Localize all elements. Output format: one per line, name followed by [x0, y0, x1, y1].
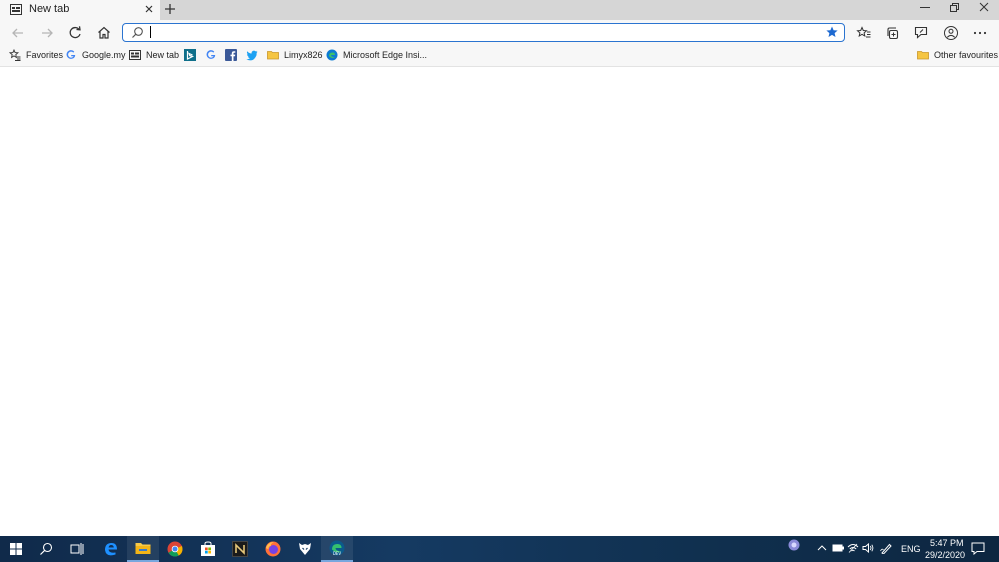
profile-avatar-icon — [944, 26, 958, 40]
back-arrow-icon — [12, 28, 23, 38]
address-bar[interactable] — [122, 23, 845, 42]
taskbar-search-button[interactable] — [30, 536, 62, 562]
taskbar-store[interactable] — [192, 536, 224, 562]
taskbar-chrome[interactable] — [159, 536, 191, 562]
fav-item-bing[interactable] — [184, 47, 201, 63]
fav-item-twitter[interactable] — [246, 47, 263, 63]
twitter-icon — [246, 49, 258, 61]
close-tab-icon[interactable] — [144, 4, 154, 14]
favorite-star-icon[interactable] — [826, 26, 838, 38]
file-explorer-icon — [135, 543, 151, 554]
favorites-list-icon — [856, 26, 871, 38]
store-icon — [201, 541, 215, 556]
google-icon — [205, 49, 217, 61]
page-content — [0, 67, 999, 536]
edge-dev-icon: DEV — [329, 540, 345, 556]
tray-app-icon[interactable] — [788, 539, 800, 551]
favorites-star-icon — [9, 49, 21, 61]
start-icon — [10, 543, 22, 555]
folder-icon — [267, 49, 279, 61]
fav-item-google[interactable] — [205, 47, 222, 63]
tab-new-tab[interactable] — [0, 0, 160, 20]
fav-label: Other favourites — [934, 50, 999, 60]
taskbar-edge-legacy[interactable] — [95, 536, 127, 562]
app-icon — [299, 543, 311, 555]
fav-item-facebook[interactable] — [225, 47, 242, 63]
home-icon — [98, 26, 110, 39]
svg-text:DEV: DEV — [333, 551, 342, 556]
task-view-button[interactable] — [61, 536, 93, 562]
forward-button[interactable] — [37, 23, 57, 43]
input-language-indicator[interactable]: ENG — [901, 544, 921, 554]
search-icon — [131, 26, 144, 39]
favorites-button[interactable] — [854, 23, 874, 43]
fav-label: Favorites — [26, 50, 64, 60]
new-tab-button[interactable] — [163, 2, 177, 16]
feedback-icon — [914, 26, 928, 39]
new-tab-page-icon — [129, 49, 141, 61]
fav-folder-other-favourites[interactable]: Other favourites — [917, 47, 998, 63]
restore-button[interactable] — [939, 0, 969, 18]
clock-date[interactable]: 29/2/2020 — [925, 550, 965, 560]
edge-legacy-icon — [105, 543, 117, 556]
folder-icon — [917, 49, 929, 61]
tab-title: New tab — [29, 3, 70, 15]
wifi-icon[interactable] — [847, 543, 859, 553]
task-view-icon — [70, 543, 84, 555]
minimize-button[interactable] — [910, 0, 940, 18]
back-button[interactable] — [8, 23, 28, 43]
chrome-icon — [167, 541, 183, 557]
more-dots-icon — [973, 31, 987, 35]
taskbar-notion[interactable] — [224, 536, 256, 562]
edge-icon — [326, 49, 338, 61]
fav-label: Google.my — [82, 50, 126, 60]
volume-icon[interactable] — [862, 543, 874, 553]
clock-time[interactable]: 5:47 PM — [930, 538, 964, 548]
fav-label: Microsoft Edge Insi... — [343, 50, 428, 60]
new-tab-page-icon — [10, 4, 22, 15]
search-icon — [40, 542, 53, 555]
google-icon — [65, 49, 77, 61]
address-input-caret — [150, 26, 151, 38]
taskbar-file-explorer[interactable] — [127, 536, 159, 562]
taskbar-firefox[interactable] — [257, 536, 289, 562]
profile-button[interactable] — [941, 23, 961, 43]
action-center-notification-icon[interactable] — [971, 542, 985, 555]
plus-icon — [165, 4, 175, 14]
firefox-icon — [265, 541, 281, 557]
pen-workspace-icon[interactable] — [880, 543, 892, 554]
refresh-button[interactable] — [65, 23, 85, 43]
taskbar-app[interactable] — [289, 536, 321, 562]
fav-item-new-tab[interactable]: New tab — [129, 47, 179, 63]
fav-item-edge-insider[interactable]: Microsoft Edge Insi... — [326, 47, 427, 63]
feedback-button[interactable] — [911, 23, 931, 43]
taskbar-edge-dev[interactable]: DEV — [321, 536, 353, 562]
fav-item-google-my[interactable]: Google.my — [65, 47, 126, 63]
restore-icon — [950, 3, 959, 12]
home-button[interactable] — [94, 23, 114, 43]
fav-folder-limyx826[interactable]: Limyx826 — [267, 47, 323, 63]
refresh-icon — [69, 26, 81, 39]
fav-label: New tab — [146, 50, 180, 60]
fav-item-favorites[interactable]: Favorites — [9, 47, 63, 63]
show-hidden-icons-chevron-icon[interactable] — [817, 544, 827, 552]
notion-icon — [232, 541, 248, 557]
facebook-icon — [225, 49, 237, 61]
collections-button[interactable] — [883, 23, 903, 43]
start-button[interactable] — [0, 536, 32, 562]
settings-more-button[interactable] — [970, 23, 990, 43]
fav-label: Limyx826 — [284, 50, 323, 60]
close-icon — [979, 2, 989, 12]
battery-icon[interactable] — [832, 544, 844, 552]
bing-icon — [184, 49, 196, 61]
close-window-button[interactable] — [969, 0, 999, 18]
collections-icon — [887, 27, 899, 40]
minimize-icon — [920, 7, 930, 8]
forward-arrow-icon — [42, 28, 53, 38]
